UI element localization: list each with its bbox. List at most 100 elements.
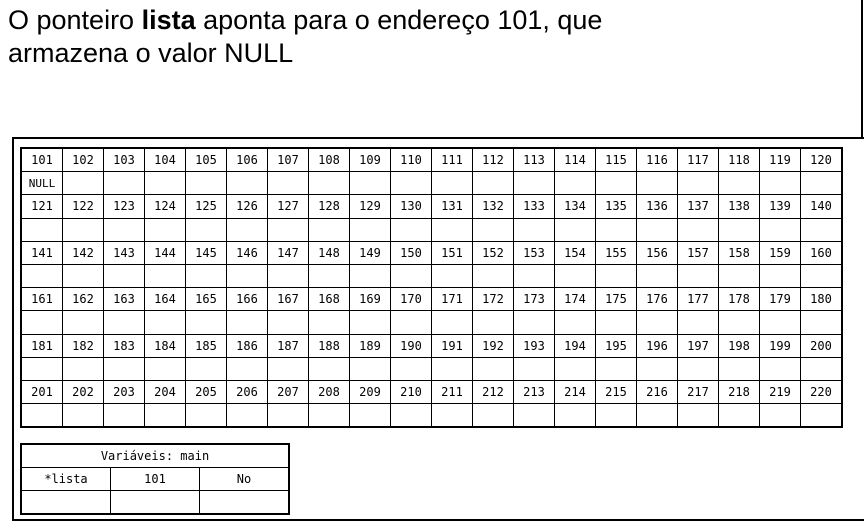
address-cell: 198 xyxy=(718,333,760,358)
value-cell xyxy=(554,263,596,289)
address-row: 101 102 103 104 105 106 107 108 109 110 111 112 113 1… xyxy=(20,147,843,173)
address-cell: 168 xyxy=(308,287,350,312)
address-row: 121 122 123 124 125 126 127 128 129 130 131 132 133 1… xyxy=(20,194,843,219)
value-cell xyxy=(62,356,104,381)
value-cell xyxy=(103,310,145,335)
value-cell xyxy=(472,356,514,381)
variable-value xyxy=(110,490,200,515)
variables-table: Variáveis: main *lista 101 No xyxy=(20,443,290,515)
value-row xyxy=(20,403,843,428)
address-cell: 129 xyxy=(349,194,391,219)
address-cell: 110 xyxy=(390,147,432,173)
value-cell xyxy=(800,310,843,335)
value-cell xyxy=(595,310,637,335)
address-cell: 144 xyxy=(144,240,186,265)
value-cell xyxy=(349,263,391,289)
value-cell xyxy=(308,263,350,289)
address-cell: 173 xyxy=(513,287,555,312)
value-cell xyxy=(103,403,145,428)
value-cell xyxy=(677,403,719,428)
value-cell xyxy=(513,171,555,196)
caption-text: aponta para o endereço 101, que xyxy=(195,5,603,35)
address-row: 181 182 183 184 185 186 187 188 189 190 191 192 193 1… xyxy=(20,333,843,358)
address-cell: 215 xyxy=(595,379,637,405)
value-cell xyxy=(226,310,268,335)
value-cell xyxy=(185,171,227,196)
value-cell xyxy=(144,403,186,428)
value-cell xyxy=(759,217,801,242)
value-cell xyxy=(636,356,678,381)
value-cell xyxy=(349,403,391,428)
address-cell: 130 xyxy=(390,194,432,219)
address-cell: 186 xyxy=(226,333,268,358)
value-cell xyxy=(185,217,227,242)
value-cell xyxy=(20,310,63,335)
address-cell: 172 xyxy=(472,287,514,312)
address-cell: 218 xyxy=(718,379,760,405)
value-cell xyxy=(595,217,637,242)
value-cell xyxy=(636,217,678,242)
address-cell: 116 xyxy=(636,147,678,173)
address-cell: 102 xyxy=(62,147,104,173)
address-cell: 182 xyxy=(62,333,104,358)
value-cell xyxy=(718,356,760,381)
address-cell: 192 xyxy=(472,333,514,358)
value-cell xyxy=(677,171,719,196)
value-cell xyxy=(103,263,145,289)
address-cell: 140 xyxy=(800,194,843,219)
value-cell xyxy=(20,217,63,242)
address-cell: 181 xyxy=(20,333,63,358)
address-cell: 143 xyxy=(103,240,145,265)
value-cell xyxy=(267,217,309,242)
value-cell xyxy=(144,356,186,381)
value-cell xyxy=(759,310,801,335)
address-cell: 139 xyxy=(759,194,801,219)
value-cell xyxy=(390,217,432,242)
address-cell: 105 xyxy=(185,147,227,173)
value-cell xyxy=(513,263,555,289)
address-cell: 134 xyxy=(554,194,596,219)
value-cell xyxy=(554,217,596,242)
frame-edge xyxy=(861,0,863,137)
variable-value: 101 xyxy=(110,467,200,491)
value-cell xyxy=(800,171,843,196)
address-cell: 131 xyxy=(431,194,473,219)
value-row xyxy=(20,310,843,335)
value-cell xyxy=(103,171,145,196)
address-cell: 104 xyxy=(144,147,186,173)
caption-line-2: armazena o valor NULL xyxy=(8,38,294,68)
address-cell: 111 xyxy=(431,147,473,173)
value-cell xyxy=(185,310,227,335)
address-cell: 155 xyxy=(595,240,637,265)
address-cell: 142 xyxy=(62,240,104,265)
address-cell: 112 xyxy=(472,147,514,173)
address-cell: 127 xyxy=(267,194,309,219)
variable-flag: No xyxy=(199,467,290,491)
value-cell xyxy=(144,217,186,242)
address-cell: 188 xyxy=(308,333,350,358)
address-cell: 108 xyxy=(308,147,350,173)
address-cell: 200 xyxy=(800,333,843,358)
value-cell xyxy=(144,263,186,289)
value-cell xyxy=(20,403,63,428)
value-cell xyxy=(62,310,104,335)
value-cell xyxy=(308,403,350,428)
address-cell: 121 xyxy=(20,194,63,219)
address-cell: 177 xyxy=(677,287,719,312)
address-cell: 170 xyxy=(390,287,432,312)
value-cell xyxy=(267,356,309,381)
address-cell: 101 xyxy=(20,147,63,173)
value-cell xyxy=(472,310,514,335)
address-cell: 141 xyxy=(20,240,63,265)
address-cell: 149 xyxy=(349,240,391,265)
value-cell xyxy=(595,171,637,196)
value-cell xyxy=(677,310,719,335)
address-cell: 191 xyxy=(431,333,473,358)
value-cell xyxy=(431,310,473,335)
value-cell xyxy=(513,217,555,242)
address-cell: 125 xyxy=(185,194,227,219)
address-cell: 176 xyxy=(636,287,678,312)
address-cell: 145 xyxy=(185,240,227,265)
variable-flag xyxy=(199,490,290,515)
address-row: 141 142 143 144 145 146 147 148 149 150 151 152 153 1… xyxy=(20,240,843,265)
